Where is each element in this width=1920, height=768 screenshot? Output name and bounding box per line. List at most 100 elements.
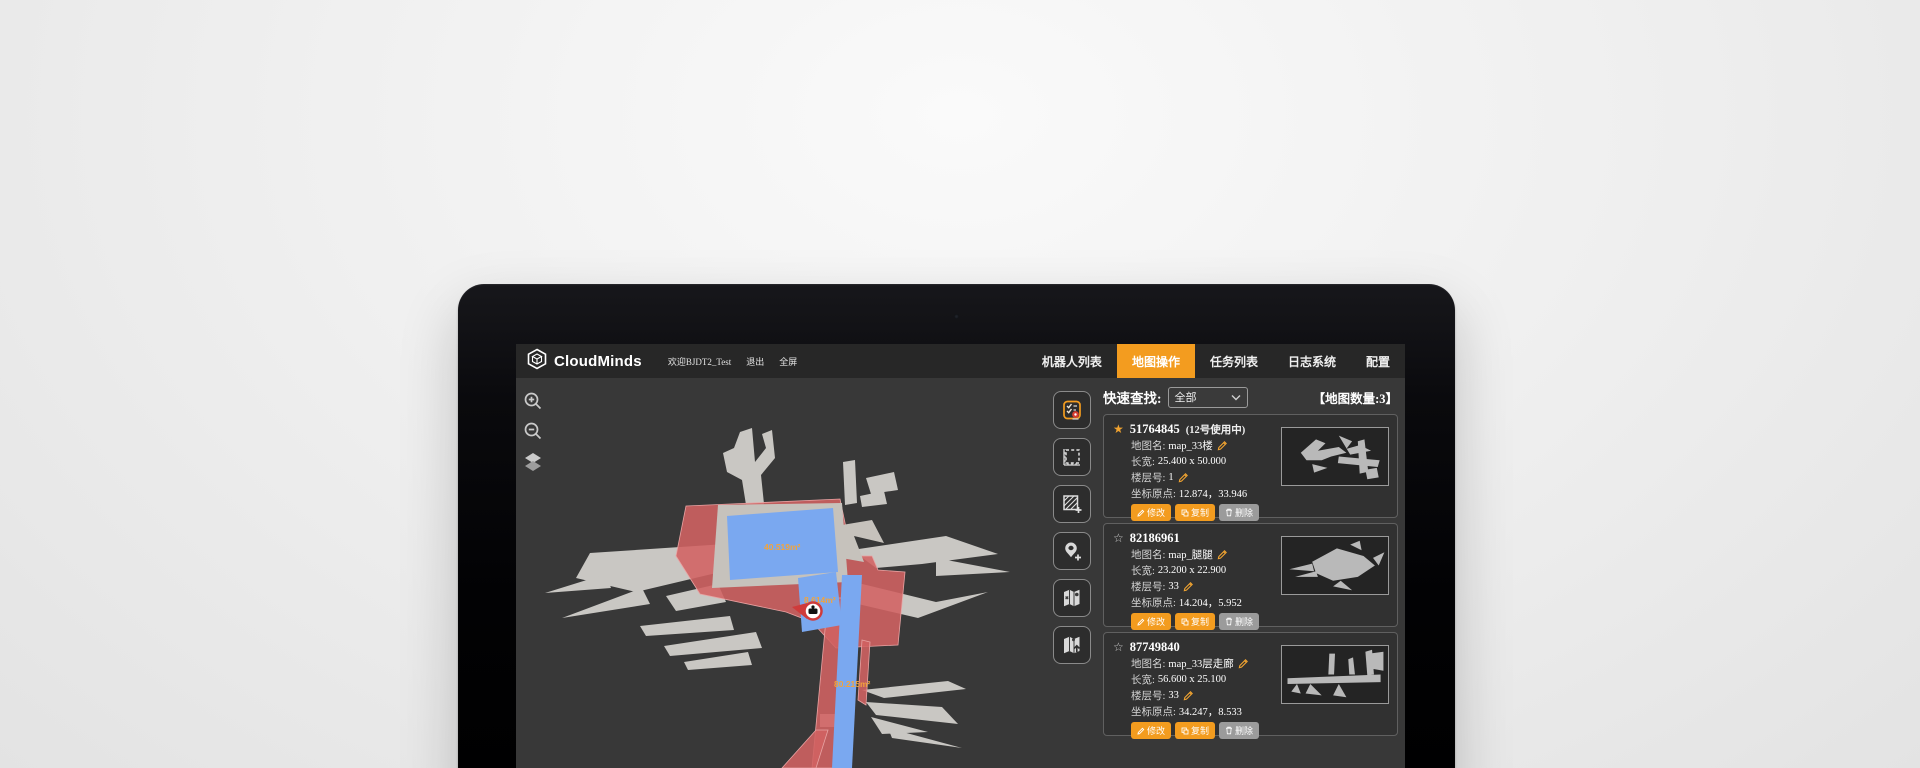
map-upload-icon bbox=[1060, 633, 1084, 657]
map-name-label: 地图名: bbox=[1131, 547, 1165, 562]
trash-icon bbox=[1225, 726, 1233, 735]
cloudminds-logo-icon bbox=[526, 348, 548, 375]
size-label: 长宽: bbox=[1131, 672, 1155, 687]
poi-list-tool-button[interactable] bbox=[1053, 391, 1091, 429]
modify-button[interactable]: 修改 bbox=[1131, 722, 1171, 739]
modify-button[interactable]: 修改 bbox=[1131, 613, 1171, 630]
welcome-text: 欢迎BJDT2_Test bbox=[668, 355, 731, 368]
map-count-badge: 【地图数量:3】 bbox=[1313, 388, 1398, 407]
tab-config[interactable]: 配置 bbox=[1351, 344, 1405, 378]
map-thumbnail[interactable] bbox=[1281, 427, 1389, 486]
map-name-value: map_33楼 bbox=[1168, 438, 1212, 453]
map-name-value: map_33层走廊 bbox=[1168, 656, 1233, 671]
brand[interactable]: CloudMinds bbox=[526, 348, 642, 375]
floor-label: 楼层号: bbox=[1131, 688, 1165, 703]
size-label: 长宽: bbox=[1131, 454, 1155, 469]
copy-button[interactable]: 复制 bbox=[1175, 722, 1215, 739]
delete-button[interactable]: 删除 bbox=[1219, 504, 1259, 521]
copy-button[interactable]: 复制 bbox=[1175, 613, 1215, 630]
floor-value: 1 bbox=[1168, 472, 1173, 483]
brand-name: CloudMinds bbox=[554, 353, 642, 370]
trash-icon bbox=[1225, 508, 1233, 517]
edit-pencil-icon[interactable] bbox=[1183, 581, 1194, 592]
size-value: 56.600 x 25.100 bbox=[1158, 674, 1226, 685]
location-pin-add-icon bbox=[1060, 539, 1084, 563]
map-thumbnail[interactable] bbox=[1281, 536, 1389, 595]
zoom-in-magnifier-icon bbox=[522, 390, 544, 412]
layers-button[interactable] bbox=[520, 448, 546, 474]
map-name-label: 地图名: bbox=[1131, 656, 1165, 671]
map-controls bbox=[520, 388, 546, 474]
map-id: 87749840 bbox=[1130, 640, 1180, 655]
map-card[interactable]: ☆ 82186961 地图名: map_腿腿 长宽: 23.200 x 22.9… bbox=[1103, 523, 1398, 627]
zoom-out-magnifier-icon bbox=[522, 420, 544, 442]
map-filter-dropdown[interactable]: 全部 bbox=[1168, 387, 1248, 408]
origin-value: 34.247，8.533 bbox=[1179, 704, 1242, 719]
add-point-tool-button[interactable] bbox=[1053, 532, 1091, 570]
favorite-star-icon[interactable]: ★ bbox=[1113, 423, 1124, 435]
origin-value: 12.874，33.946 bbox=[1179, 486, 1247, 501]
delete-button[interactable]: 删除 bbox=[1219, 613, 1259, 630]
origin-label: 坐标原点: bbox=[1131, 486, 1176, 501]
content-area: 40.519m² 8.614m² 80.215m² bbox=[516, 378, 1405, 768]
copy-icon bbox=[1181, 727, 1189, 735]
modify-button[interactable]: 修改 bbox=[1131, 504, 1171, 521]
map-canvas[interactable]: 40.519m² 8.614m² 80.215m² bbox=[516, 378, 1040, 768]
background: CloudMinds 欢迎BJDT2_Test 退出 全屏 机器人列表 地图操作… bbox=[0, 0, 1920, 768]
origin-label: 坐标原点: bbox=[1131, 595, 1176, 610]
webcam-dot bbox=[954, 314, 959, 319]
app-window: CloudMinds 欢迎BJDT2_Test 退出 全屏 机器人列表 地图操作… bbox=[516, 344, 1405, 768]
tab-log-system[interactable]: 日志系统 bbox=[1273, 344, 1351, 378]
edit-pencil-icon[interactable] bbox=[1178, 472, 1189, 483]
poi-checklist-pin-icon bbox=[1060, 398, 1084, 422]
fullscreen-link[interactable]: 全屏 bbox=[779, 355, 797, 368]
floor-label: 楼层号: bbox=[1131, 579, 1165, 594]
floor-label: 楼层号: bbox=[1131, 470, 1165, 485]
size-label: 长宽: bbox=[1131, 563, 1155, 578]
zoom-in-button[interactable] bbox=[520, 388, 546, 414]
pencil-icon bbox=[1137, 618, 1145, 626]
copy-icon bbox=[1181, 618, 1189, 626]
map-card[interactable]: ★ 51764845 (12号使用中) 地图名: map_33楼 长宽: 25.… bbox=[1103, 414, 1398, 518]
upload-map-tool-button[interactable] bbox=[1053, 626, 1091, 664]
favorite-star-icon[interactable]: ☆ bbox=[1113, 641, 1124, 653]
delete-button[interactable]: 删除 bbox=[1219, 722, 1259, 739]
floorplan-map: 40.519m² 8.614m² 80.215m² bbox=[516, 378, 1040, 768]
edit-pencil-icon[interactable] bbox=[1183, 690, 1194, 701]
chevron-down-icon bbox=[1231, 394, 1241, 401]
tab-task-list[interactable]: 任务列表 bbox=[1195, 344, 1273, 378]
pencil-icon bbox=[1137, 509, 1145, 517]
tab-robot-list[interactable]: 机器人列表 bbox=[1027, 344, 1117, 378]
trash-icon bbox=[1225, 617, 1233, 626]
map-name-value: map_腿腿 bbox=[1168, 547, 1212, 562]
logout-link[interactable]: 退出 bbox=[746, 355, 764, 368]
map-card[interactable]: ☆ 87749840 地图名: map_33层走廊 长宽: 56.600 x 2… bbox=[1103, 632, 1398, 736]
zoom-out-button[interactable] bbox=[520, 418, 546, 444]
size-value: 25.400 x 50.000 bbox=[1158, 456, 1226, 467]
navbar: CloudMinds 欢迎BJDT2_Test 退出 全屏 机器人列表 地图操作… bbox=[516, 344, 1405, 378]
filter-value: 全部 bbox=[1175, 389, 1197, 405]
map-edit-icon bbox=[1060, 586, 1084, 610]
main-menu: 机器人列表 地图操作 任务列表 日志系统 配置 bbox=[1027, 344, 1405, 378]
measure-region-icon bbox=[1060, 445, 1084, 469]
tab-map-operations[interactable]: 地图操作 bbox=[1117, 344, 1195, 378]
edit-pencil-icon[interactable] bbox=[1238, 658, 1249, 669]
map-name-label: 地图名: bbox=[1131, 438, 1165, 453]
pencil-icon bbox=[1137, 727, 1145, 735]
favorite-star-icon[interactable]: ☆ bbox=[1113, 532, 1124, 544]
quick-find-label: 快速查找: bbox=[1103, 387, 1162, 407]
in-use-badge: (12号使用中) bbox=[1186, 422, 1246, 437]
edit-pencil-icon[interactable] bbox=[1217, 440, 1228, 451]
area-label-3: 80.215m² bbox=[834, 679, 871, 689]
copy-button[interactable]: 复制 bbox=[1175, 504, 1215, 521]
add-region-tool-button[interactable] bbox=[1053, 485, 1091, 523]
measure-region-tool-button[interactable] bbox=[1053, 438, 1091, 476]
edit-map-tool-button[interactable] bbox=[1053, 579, 1091, 617]
layers-icon bbox=[522, 450, 544, 472]
map-thumbnail[interactable] bbox=[1281, 645, 1389, 704]
copy-icon bbox=[1181, 509, 1189, 517]
floor-value: 33 bbox=[1168, 581, 1179, 592]
origin-label: 坐标原点: bbox=[1131, 704, 1176, 719]
laptop-bezel: CloudMinds 欢迎BJDT2_Test 退出 全屏 机器人列表 地图操作… bbox=[458, 284, 1455, 768]
edit-pencil-icon[interactable] bbox=[1217, 549, 1228, 560]
